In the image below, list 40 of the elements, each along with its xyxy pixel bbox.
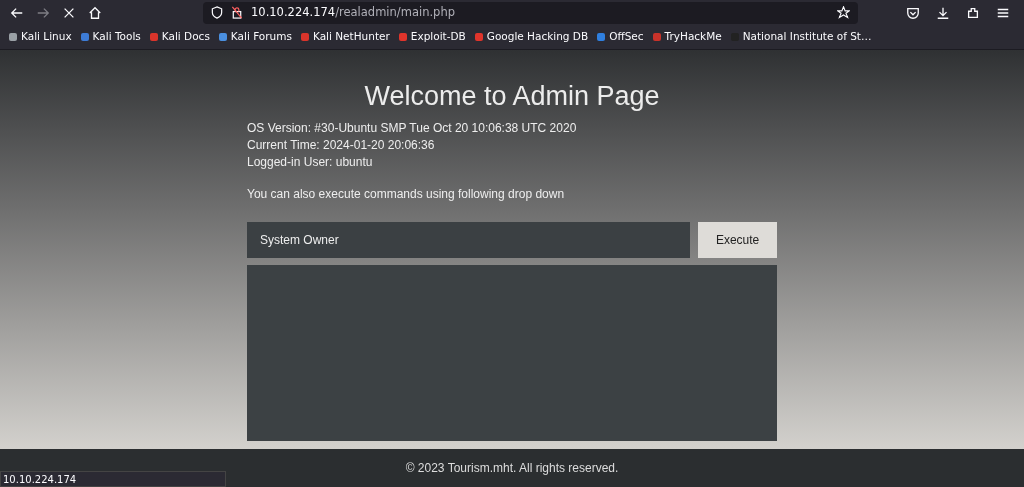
bookmark[interactable]: Kali Docs: [144, 29, 214, 45]
bookmark[interactable]: TryHackMe: [647, 29, 726, 45]
status-url: 10.10.224.174: [0, 471, 226, 487]
bookmark-icon: [8, 32, 18, 42]
bookmark-icon: [148, 32, 159, 42]
extensions-icon: [966, 5, 980, 20]
page-title: Welcome to Admin Page: [363, 80, 661, 113]
download-icon: [936, 5, 950, 20]
bookmark[interactable]: Kali Linux: [4, 29, 76, 45]
bookmark[interactable]: National Institute of St…: [725, 29, 876, 45]
star-icon[interactable]: [837, 6, 850, 19]
copyright-text: © 2023 Tourism.mht. All rights reserved.: [405, 460, 619, 477]
bookmark-icon: [299, 32, 310, 42]
shield-icon: [211, 6, 223, 19]
command-dropdown[interactable]: System Owner: [247, 222, 691, 259]
info-line: OS Version: #30-Ubuntu SMP Tue Oct 20 10:06:38 UTC 2020: [247, 120, 578, 138]
bookmark-icon: [79, 32, 90, 42]
bookmark[interactable]: Exploit-DB: [393, 29, 470, 45]
info-line: Current Time: 2024-01-20 20:06:36: [247, 137, 436, 155]
bookmark[interactable]: Kali Forums: [213, 29, 296, 45]
bookmark[interactable]: Kali NetHunter: [295, 29, 394, 45]
address-bar[interactable]: 10.10.224.174/realadmin/main.php: [203, 1, 858, 24]
bookmark-icon: [217, 32, 228, 42]
bookmark[interactable]: Kali Tools: [75, 29, 145, 45]
url-host: 10.10.224.174: [251, 4, 336, 19]
bookmark-icon: [473, 32, 484, 42]
bookmark-icon: [596, 32, 607, 42]
info-line: Logged-in User: ubuntu: [247, 154, 374, 172]
url-path: /realadmin/main.php: [335, 4, 455, 19]
bookmark[interactable]: Google Hacking DB: [469, 29, 593, 45]
home-icon: [88, 5, 102, 20]
bookmark-icon: [651, 32, 662, 42]
lock-icon: [231, 6, 243, 19]
instruction-text: You can also execute commands using following drop down: [247, 186, 566, 204]
execute-button[interactable]: Execute: [698, 222, 777, 259]
forward-icon: [36, 5, 50, 20]
back-icon: [10, 5, 24, 20]
bookmark-icon: [397, 32, 408, 42]
pocket-icon: [906, 5, 920, 20]
bookmark[interactable]: OffSec: [592, 29, 648, 45]
